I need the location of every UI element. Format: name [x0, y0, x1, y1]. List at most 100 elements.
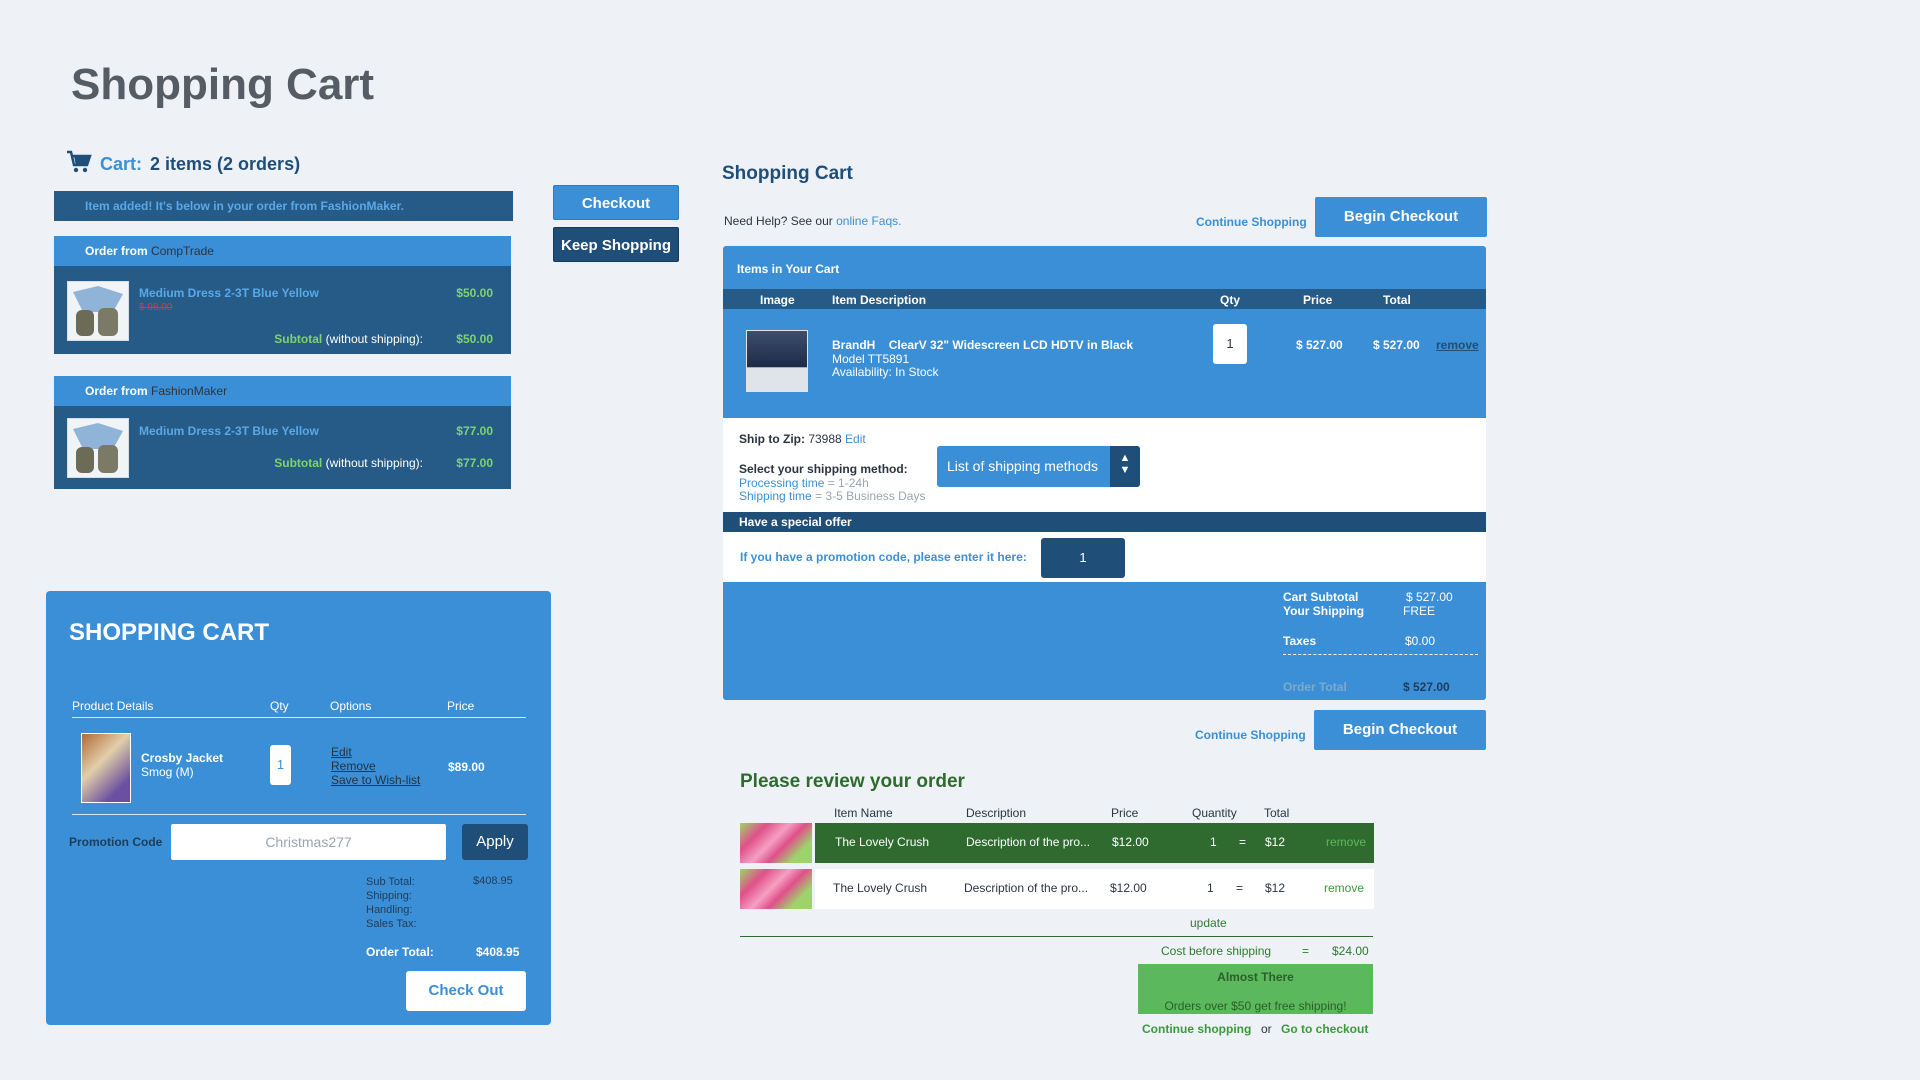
order-total-value: $ 527.00 [1403, 680, 1450, 694]
shopping-cart-card: SHOPPING CART Product Details Qty Option… [46, 591, 551, 1025]
order-fashionmaker: Order from FashionMaker Medium Dress 2-3… [54, 376, 511, 489]
cart-icon [66, 150, 92, 179]
qty-input[interactable]: 1 [270, 745, 291, 785]
keep-shopping-button[interactable]: Keep Shopping [553, 227, 679, 262]
taxes-value: $0.00 [1405, 634, 1436, 648]
product-thumbnail[interactable] [67, 281, 129, 341]
store-name[interactable]: CompTrade [151, 244, 214, 258]
special-offer-bar: Have a special offer [723, 512, 1486, 532]
sales-tax-label: Sales Tax: [366, 918, 417, 930]
header-price: Price [1111, 806, 1139, 820]
cart-label: Cart: [100, 154, 143, 174]
row-total: $12 [1265, 835, 1286, 849]
begin-checkout-button-top[interactable]: Begin Checkout [1315, 197, 1487, 237]
cart-items-box: Items in Your Cart Image Item Descriptio… [723, 246, 1486, 700]
edit-link[interactable]: Edit [331, 745, 352, 759]
row-remove-link[interactable]: remove [1326, 835, 1366, 849]
header-qty: Qty [270, 699, 289, 713]
help-text: Need Help? See our online Faqs. [724, 214, 902, 228]
header-qty: Qty [1220, 293, 1241, 307]
sub-total-value: $408.95 [473, 875, 513, 887]
order-subtotal-label: Subtotal (without shipping): [274, 456, 423, 470]
item-model: Model TT5891 [832, 352, 910, 366]
shipping-time: Shipping time = 3-5 Business Days [739, 489, 926, 503]
handling-label: Handling: [366, 904, 413, 916]
checkout-button[interactable]: Checkout [553, 185, 679, 220]
update-link[interactable]: update [1190, 916, 1227, 930]
promo-code-input[interactable]: 1 [1041, 538, 1125, 578]
row-price: $12.00 [1110, 881, 1147, 895]
remove-link[interactable]: remove [1436, 338, 1479, 352]
qty-input[interactable]: 1 [1213, 324, 1247, 364]
up-down-arrow-icon: ▲ ▼ [1110, 446, 1140, 487]
promo-text: If you have a promotion code, please ent… [740, 550, 1027, 564]
shipping-method-select[interactable]: List of shipping methods ▲ ▼ [937, 446, 1140, 487]
row-equals: = [1239, 835, 1247, 849]
continue-shopping-link[interactable]: Continue shopping [1142, 1022, 1251, 1036]
shipping-method-label: Select your shipping method: [739, 462, 908, 476]
promo-code-input[interactable]: Christmas277 [171, 824, 446, 860]
go-to-checkout-link[interactable]: Go to checkout [1281, 1022, 1368, 1036]
product-thumbnail[interactable] [740, 823, 812, 863]
almost-there-box: Almost There Orders over $50 get free sh… [1138, 964, 1373, 1014]
product-name[interactable]: Crosby Jacket [141, 751, 223, 765]
order-subtotal-value: $77.00 [456, 456, 493, 470]
cart-count: 2 items (2 orders) [150, 154, 301, 174]
promo-section: If you have a promotion code, please ent… [723, 532, 1486, 582]
begin-checkout-button-bottom[interactable]: Begin Checkout [1314, 710, 1486, 750]
header-image: Image [760, 293, 795, 307]
order-item-name[interactable]: Medium Dress 2-3T Blue Yellow [139, 424, 319, 438]
header-options: Options [330, 699, 372, 713]
header-price: Price [1303, 293, 1333, 307]
row-quantity[interactable]: 1 [1207, 881, 1214, 895]
header-product-details: Product Details [72, 699, 154, 713]
check-out-button[interactable]: Check Out [406, 971, 526, 1011]
processing-time: Processing time = 1-24h [739, 476, 869, 490]
review-row: The Lovely Crush Description of the pro.… [815, 869, 1374, 909]
row-remove-link[interactable]: remove [1324, 881, 1364, 895]
continue-shopping-link-top[interactable]: Continue Shopping [1196, 215, 1307, 229]
row-description: Description of the pro... [964, 881, 1089, 895]
or-text: or [1261, 1022, 1272, 1036]
faq-link[interactable]: online Faqs. [836, 214, 901, 228]
item-title[interactable]: BrandH ClearV 32" Widescreen LCD HDTV in… [832, 338, 1133, 352]
order-item-price: $77.00 [456, 424, 493, 438]
items-table-header: Image Item Description Qty Price Total [723, 289, 1486, 309]
row-quantity[interactable]: 1 [1210, 835, 1217, 849]
item-total: $ 527.00 [1373, 338, 1420, 352]
product-image[interactable] [746, 330, 808, 392]
continue-shopping-link-bottom[interactable]: Continue Shopping [1195, 728, 1306, 742]
shipping-label: Shipping: [366, 890, 412, 902]
card-title: SHOPPING CART [69, 619, 270, 646]
order-total-value: $408.95 [476, 945, 520, 959]
taxes-label: Taxes [1283, 634, 1317, 648]
save-to-wishlist-link[interactable]: Save to Wish-list [331, 773, 420, 787]
items-section: Items in Your Cart Image Item Descriptio… [723, 246, 1486, 418]
product-image[interactable] [81, 733, 131, 803]
divider [72, 814, 526, 815]
product-thumbnail[interactable] [740, 869, 812, 909]
order-total-label: Order Total: [366, 945, 434, 959]
store-name[interactable]: FashionMaker [151, 384, 227, 398]
product-thumbnail[interactable] [67, 418, 129, 478]
row-item-name: The Lovely Crush [835, 835, 930, 849]
shipping-value: FREE [1403, 604, 1436, 618]
header-total: Total [1383, 293, 1411, 307]
edit-zip-link[interactable]: Edit [845, 432, 866, 446]
order-header: Order from CompTrade [54, 236, 511, 266]
item-availability: Availability: In Stock [832, 365, 939, 379]
remove-link[interactable]: Remove [331, 759, 376, 773]
cart-subtotal-label: Cart Subtotal [1283, 590, 1359, 604]
order-item-name[interactable]: Medium Dress 2-3T Blue Yellow [139, 286, 319, 300]
order-subtotal-value: $50.00 [456, 332, 493, 346]
divider [1283, 654, 1478, 655]
cost-before-shipping-value: $24.00 [1332, 944, 1369, 958]
item-price: $ 527.00 [1296, 338, 1343, 352]
header-price: Price [447, 699, 475, 713]
apply-button[interactable]: Apply [462, 824, 528, 860]
shipping-section: Ship to Zip: 73988 Edit Select your ship… [723, 418, 1486, 512]
order-comptrade: Order from CompTrade Medium Dress 2-3T B… [54, 236, 511, 354]
order-total-label: Order Total [1283, 680, 1347, 694]
cart-summary: Cart: 2 items (2 orders) [66, 150, 300, 179]
row-total: $12 [1265, 881, 1286, 895]
